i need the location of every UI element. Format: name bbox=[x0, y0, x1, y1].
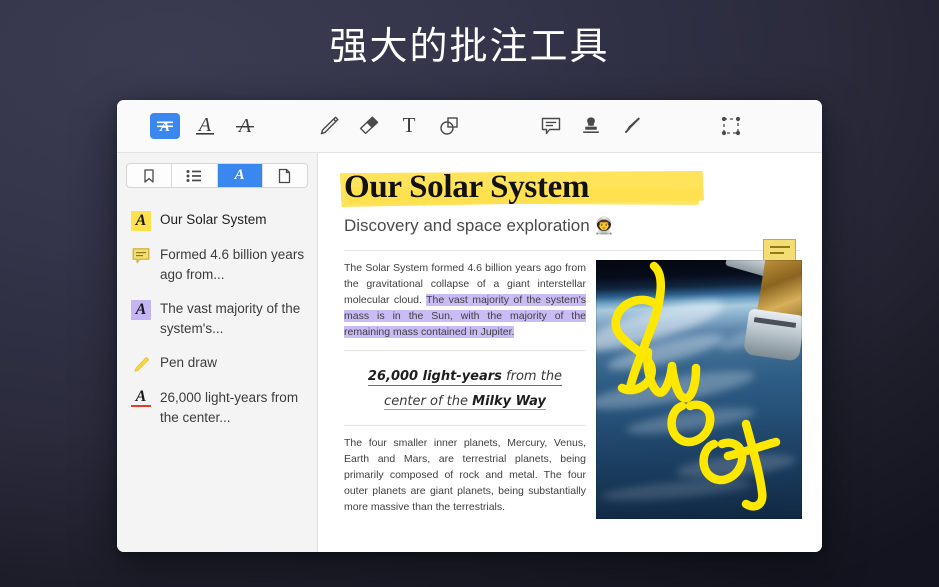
eraser-tool[interactable] bbox=[349, 106, 389, 146]
signature-tool[interactable] bbox=[611, 106, 651, 146]
red-underline-annotation[interactable] bbox=[368, 385, 562, 387]
sidebar-item-annotations[interactable]: A bbox=[218, 164, 263, 187]
paragraph-one: The Solar System formed 4.6 billion year… bbox=[344, 260, 586, 340]
bookmark-icon bbox=[142, 168, 156, 184]
underline-red-icon: A bbox=[131, 389, 151, 407]
annotation-label: The vast majority of the system's... bbox=[160, 299, 305, 339]
gray-underline bbox=[384, 409, 546, 410]
pencil-tool[interactable] bbox=[309, 106, 349, 146]
document-title: Our Solar System bbox=[344, 165, 800, 209]
document-photo[interactable] bbox=[596, 260, 802, 519]
annotation-a-icon: A bbox=[235, 168, 245, 183]
document-columns: The Solar System formed 4.6 billion year… bbox=[344, 260, 800, 519]
astronaut-emoji: 👨‍🚀 bbox=[594, 218, 614, 235]
area-select-tool[interactable] bbox=[711, 106, 751, 146]
document-subtitle: Discovery and space exploration 👨‍🚀 bbox=[344, 213, 800, 240]
sidebar-item-bookmarks[interactable] bbox=[127, 164, 172, 187]
list-item[interactable]: A The vast majority of the system's... bbox=[117, 292, 317, 346]
quote-rest-two: center of the bbox=[384, 394, 472, 409]
sidebar-item-outline[interactable] bbox=[172, 164, 217, 187]
quote-block: 26,000 light-years from the center of th… bbox=[344, 364, 586, 414]
divider bbox=[344, 250, 800, 251]
document-subtitle-text: Discovery and space exploration bbox=[344, 216, 590, 235]
quote-strong-one: 26,000 light-years bbox=[368, 369, 502, 384]
highlight-yellow-icon: A bbox=[131, 211, 151, 231]
list-item[interactable]: A Our Solar System bbox=[117, 203, 317, 238]
quote-rest-one: from the bbox=[502, 369, 562, 384]
sidebar-item-thumbnails[interactable] bbox=[263, 164, 307, 187]
document-text-column: The Solar System formed 4.6 billion year… bbox=[344, 260, 586, 519]
annotation-label: 26,000 light-years from the center... bbox=[160, 388, 305, 428]
list-item[interactable]: Pen draw bbox=[117, 346, 317, 381]
drawing-tool-group: T bbox=[309, 106, 469, 146]
sidebar-tab-bar: A bbox=[126, 163, 308, 188]
svg-text:A: A bbox=[197, 114, 212, 136]
photo-border bbox=[596, 260, 802, 519]
quote-line-two: center of the Milky Way bbox=[384, 389, 546, 414]
selection-tool-group bbox=[711, 106, 751, 146]
annotation-label: Formed 4.6 billion years ago from... bbox=[160, 245, 305, 285]
comment-note-icon bbox=[131, 246, 151, 266]
page-icon bbox=[278, 168, 291, 184]
list-icon bbox=[186, 169, 202, 183]
highlight-purple-icon: A bbox=[131, 300, 151, 320]
annotation-toolbar: A A A bbox=[117, 100, 822, 153]
paragraph-two: The four smaller inner planets, Mercury,… bbox=[344, 435, 586, 515]
annotation-label: Our Solar System bbox=[160, 210, 267, 230]
notes-tool-group bbox=[531, 106, 651, 146]
list-item[interactable]: Formed 4.6 billion years ago from... bbox=[117, 238, 317, 292]
comment-tool[interactable] bbox=[531, 106, 571, 146]
underline-text-tool[interactable]: A bbox=[185, 106, 225, 146]
app-window: A A A bbox=[117, 100, 822, 552]
sidebar: A A Our Solar System bbox=[117, 153, 318, 552]
shapes-tool[interactable] bbox=[429, 106, 469, 146]
document-pane[interactable]: Our Solar System Discovery and space exp… bbox=[318, 153, 822, 552]
stamp-tool[interactable] bbox=[571, 106, 611, 146]
window-body: A A Our Solar System bbox=[117, 153, 822, 552]
document-title-area: Our Solar System bbox=[344, 165, 800, 211]
annotation-label: Pen draw bbox=[160, 353, 217, 373]
annotation-list: A Our Solar System Formed 4.6 billion ye… bbox=[117, 194, 317, 552]
comment-bubble-icon bbox=[763, 239, 796, 261]
divider bbox=[344, 425, 586, 426]
strikethrough-text-tool[interactable]: A bbox=[225, 106, 265, 146]
quote-line-one: 26,000 light-years from the bbox=[368, 364, 562, 389]
text-markup-tool-group: A A A bbox=[145, 106, 265, 146]
highlight-text-tool[interactable]: A bbox=[150, 113, 180, 139]
divider bbox=[344, 350, 586, 351]
text-box-tool[interactable]: T bbox=[389, 106, 429, 146]
list-item[interactable]: A 26,000 light-years from the center... bbox=[117, 381, 317, 435]
page-title: 强大的批注工具 bbox=[0, 20, 939, 72]
svg-text:T: T bbox=[403, 113, 416, 137]
pen-draw-icon bbox=[131, 354, 151, 374]
quote-strong-two: Milky Way bbox=[472, 394, 546, 409]
